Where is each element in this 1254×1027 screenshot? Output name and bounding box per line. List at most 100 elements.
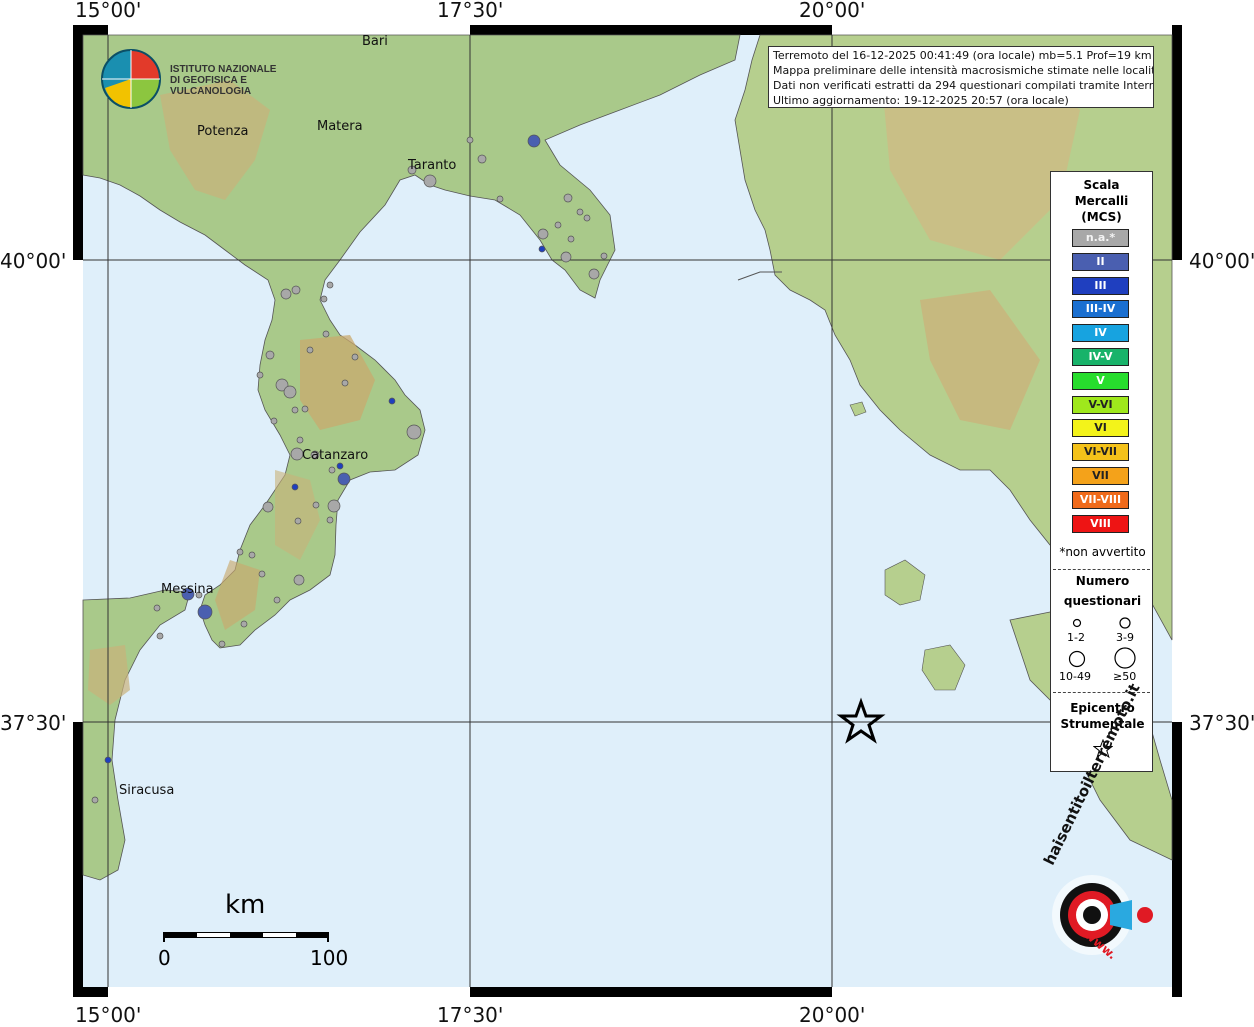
lat-label-left-37-30: 37°30' — [0, 711, 67, 735]
questionnaire-point — [283, 385, 297, 399]
questionnaire-point — [341, 379, 349, 387]
questionnaire-point — [337, 472, 351, 486]
questionnaire-point — [270, 417, 278, 425]
lat-label-left-40: 40°00' — [0, 249, 67, 273]
questionnaire-point — [291, 285, 301, 295]
questionnaire-point — [326, 281, 334, 289]
questionnaire-point — [91, 796, 99, 804]
lon-label-bottom-17-30: 17°30' — [437, 1003, 504, 1027]
legend-class-iv-v: IV-V — [1072, 348, 1129, 366]
event-info-line3: Dati non verificati estratti da 294 ques… — [773, 79, 1154, 92]
lon-label-top-15: 15°00' — [75, 0, 142, 22]
legend: Scala Mercalli (MCS) n.a.* II III III-IV IV I… — [1050, 171, 1153, 772]
legend-title: Scala Mercalli (MCS) — [1051, 177, 1152, 225]
legend-count-title-2: questionari — [1063, 594, 1142, 608]
legend-class-vii-viii: VII-VIII — [1072, 490, 1129, 509]
ingv-name-line1: ISTITUTO NAZIONALE — [170, 64, 277, 75]
questionnaire-point — [328, 466, 336, 474]
legend-separator — [1053, 569, 1150, 570]
questionnaire-point — [423, 174, 437, 188]
questionnaire-point — [306, 346, 314, 354]
legend-class-iii: III — [1072, 276, 1129, 295]
legend-class-n-a: n.a.* — [1072, 229, 1129, 247]
questionnaire-point — [248, 551, 256, 559]
city-messina: Messina — [161, 582, 214, 597]
haisentito-prefix: www. — [1081, 927, 1120, 963]
questionnaire-point — [197, 604, 213, 620]
lat-label-right-37-30: 37°30' — [1189, 711, 1254, 735]
questionnaire-point — [294, 517, 302, 525]
legend-count-3-9: 3-9 — [1116, 631, 1134, 644]
legend-class-v-vi: V-VI — [1072, 395, 1129, 414]
questionnaire-point — [156, 632, 164, 640]
scale-min: 0 — [158, 946, 171, 970]
count-symbol-10-49 — [1068, 650, 1086, 668]
lon-label-top-20: 20°00' — [799, 0, 866, 22]
legend-class-iii-iv: III-IV — [1072, 300, 1129, 319]
ingv-name: ISTITUTO NAZIONALE DI GEOFISICA E VULCAN… — [170, 64, 320, 97]
questionnaire-point — [583, 214, 591, 222]
count-symbol-50 — [1114, 647, 1136, 669]
ingv-logo: ISTITUTO NAZIONALE DI GEOFISICA E VULCAN… — [100, 48, 320, 109]
scale-max: 100 — [310, 946, 349, 970]
questionnaire-point — [273, 596, 281, 604]
questionnaire-point — [576, 208, 584, 216]
questionnaire-point — [256, 371, 264, 379]
questionnaire-point — [588, 268, 600, 280]
city-catanzaro: Catanzaro — [302, 448, 369, 463]
questionnaire-point — [301, 405, 309, 413]
questionnaire-point — [527, 134, 541, 148]
legend-epi-title-1: Epicentro — [1070, 701, 1135, 715]
legend-class-viii: VIII — [1072, 514, 1129, 533]
city-matera: Matera — [317, 119, 363, 134]
city-siracusa: Siracusa — [119, 783, 175, 798]
legend-title-line2: Mercalli — [1074, 194, 1129, 208]
count-symbol-1-2 — [1072, 618, 1082, 628]
questionnaire-point — [327, 499, 341, 513]
lat-label-right-40: 40°00' — [1189, 249, 1254, 273]
questionnaire-point — [280, 288, 292, 300]
questionnaire-point — [258, 570, 266, 578]
ingv-name-line2: DI GEOFISICA E VULCANOLOGIA — [170, 75, 252, 97]
questionnaire-point — [477, 154, 487, 164]
questionnaire-point — [351, 353, 359, 361]
questionnaire-point — [240, 620, 248, 628]
questionnaire-point — [218, 640, 226, 648]
count-symbol-3-9 — [1119, 617, 1131, 629]
questionnaire-point — [320, 295, 328, 303]
event-info-box: Terremoto del 16-12-2025 00:41:49 (ora l… — [768, 46, 1154, 108]
lon-label-bottom-15: 15°00' — [75, 1003, 142, 1027]
legend-count-50: ≥50 — [1113, 670, 1137, 683]
questionnaire-point — [153, 604, 161, 612]
questionnaire-point — [104, 756, 112, 764]
questionnaire-point — [296, 436, 304, 444]
questionnaire-point — [312, 501, 320, 509]
city-potenza: Potenza — [197, 124, 249, 139]
scale-unit: km — [225, 890, 266, 920]
legend-class-ii: II — [1072, 252, 1129, 271]
questionnaire-point — [567, 235, 575, 243]
legend-count-title-1: Numero — [1075, 574, 1130, 588]
event-info-line1: Terremoto del 16-12-2025 00:41:49 (ora l… — [773, 49, 1152, 62]
legend-class-vi: VI — [1072, 419, 1129, 438]
questionnaire-point — [537, 228, 549, 240]
city-bari: Bari — [362, 34, 388, 49]
questionnaire-point — [560, 251, 572, 263]
legend-class-vi-vii: VI-VII — [1072, 443, 1129, 462]
questionnaire-point — [496, 195, 504, 203]
legend-class-iv: IV — [1072, 324, 1129, 343]
haisentito-text-block: haisentitoilterremoto.it www. — [1000, 681, 1144, 968]
event-info-line2: Mappa preliminare delle intensità macros… — [773, 64, 1154, 77]
questionnaire-point — [293, 574, 305, 586]
lon-label-bottom-20: 20°00' — [799, 1003, 866, 1027]
ingv-globe-icon — [101, 49, 161, 109]
questionnaire-point — [466, 136, 474, 144]
legend-count-10-49: 10-49 — [1059, 670, 1091, 683]
legend-class-vii: VII — [1072, 467, 1129, 485]
event-info-line4: Ultimo aggiornamento: 19-12-2025 20:57 (… — [773, 94, 1069, 107]
city-taranto: Taranto — [408, 158, 457, 173]
questionnaire-point — [236, 548, 244, 556]
questionnaire-point — [262, 501, 274, 513]
questionnaire-point — [406, 424, 422, 440]
questionnaire-point — [336, 462, 344, 470]
